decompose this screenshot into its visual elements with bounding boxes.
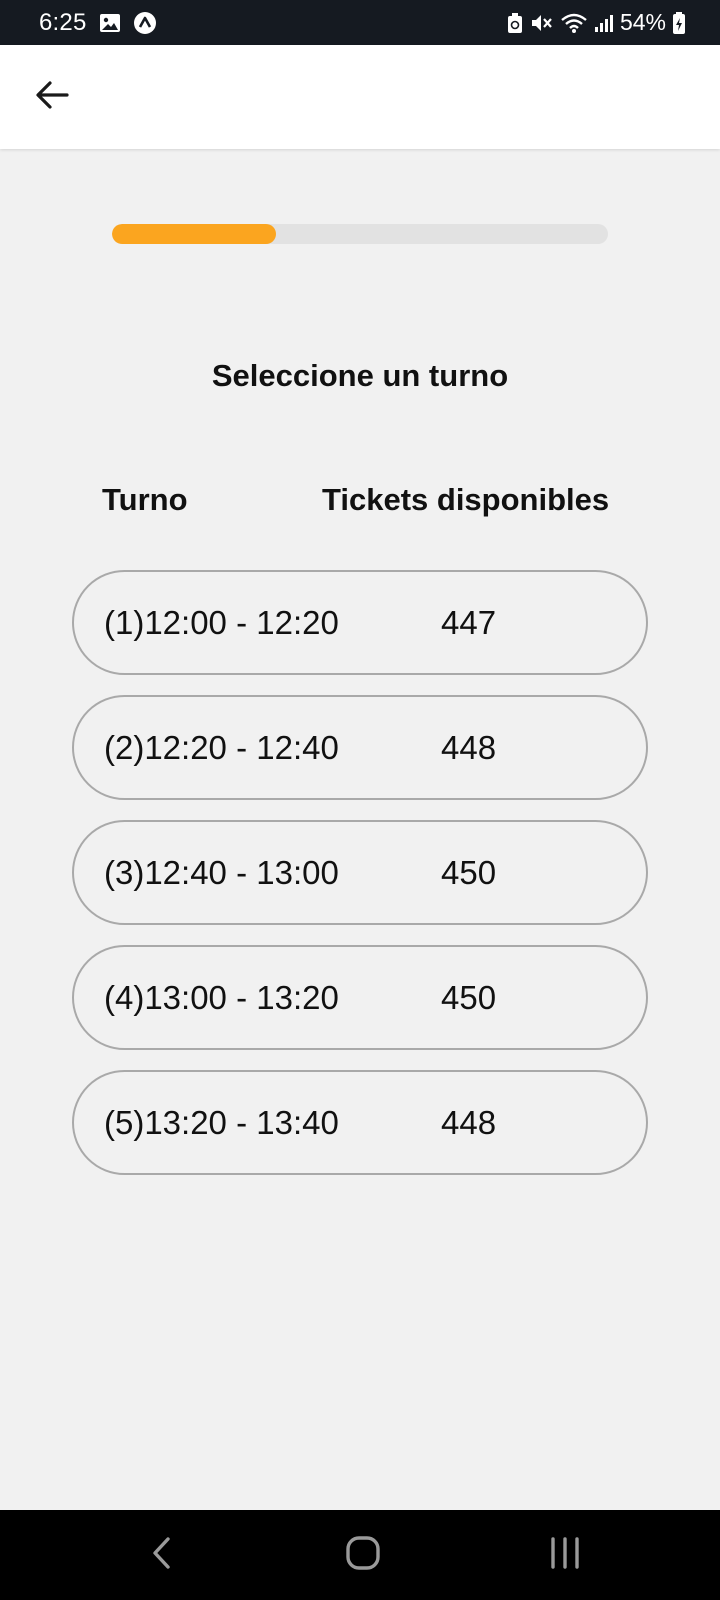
turn-tickets: 448 [441,1104,497,1141]
page-title: Seleccione un turno [211,358,509,393]
turn-tickets: 450 [441,979,497,1016]
back-button[interactable] [28,73,76,121]
turn-option-1[interactable]: (1)12:00 - 12:20 447 [72,570,648,675]
screen: 6:25 54% Seleccione un turno Turno Ticke… [0,0,720,1600]
mute-icon [530,12,554,34]
recycle-icon [506,12,524,34]
status-left: 6:25 [39,0,157,45]
arrow-left-icon [35,80,69,115]
turn-time: (1)12:00 - 12:20 [104,604,339,641]
wifi-icon [560,12,588,34]
turn-tickets: 447 [441,604,497,641]
column-header-tickets: Tickets disponibles [322,482,610,517]
app-bar [0,45,720,149]
nav-back-icon [150,1536,174,1575]
status-right: 54% [506,0,686,45]
turn-time: (3)12:40 - 13:00 [104,854,339,891]
turn-option-3[interactable]: (3)12:40 - 13:00 450 [72,820,648,925]
turn-tickets: 448 [441,729,497,766]
column-header-turno: Turno [102,482,188,517]
image-icon [99,13,121,33]
nav-back-button[interactable] [117,1510,207,1600]
status-bar: 6:25 54% [0,0,720,45]
progress-bar [112,224,608,244]
turn-list: (1)12:00 - 12:20 447 (2)12:20 - 12:40 44… [72,570,648,1195]
turn-time: (2)12:20 - 12:40 [104,729,339,766]
turn-time: (5)13:20 - 13:40 [104,1104,339,1141]
turn-option-4[interactable]: (4)13:00 - 13:20 450 [72,945,648,1050]
turn-time: (4)13:00 - 13:20 [104,979,339,1016]
nav-home-button[interactable] [318,1510,408,1600]
signal-icon [594,13,614,33]
app-notification-icon [133,11,157,35]
turn-option-2[interactable]: (2)12:20 - 12:40 448 [72,695,648,800]
battery-icon [672,11,686,35]
progress-bar-fill [112,224,276,244]
navigation-bar [0,1510,720,1600]
nav-home-icon [345,1535,381,1576]
turn-option-5[interactable]: (5)13:20 - 13:40 448 [72,1070,648,1175]
nav-recents-icon [548,1536,582,1575]
status-time: 6:25 [39,8,87,36]
nav-recents-button[interactable] [520,1510,610,1600]
turn-tickets: 450 [441,854,497,891]
battery-percentage: 54% [619,9,666,35]
